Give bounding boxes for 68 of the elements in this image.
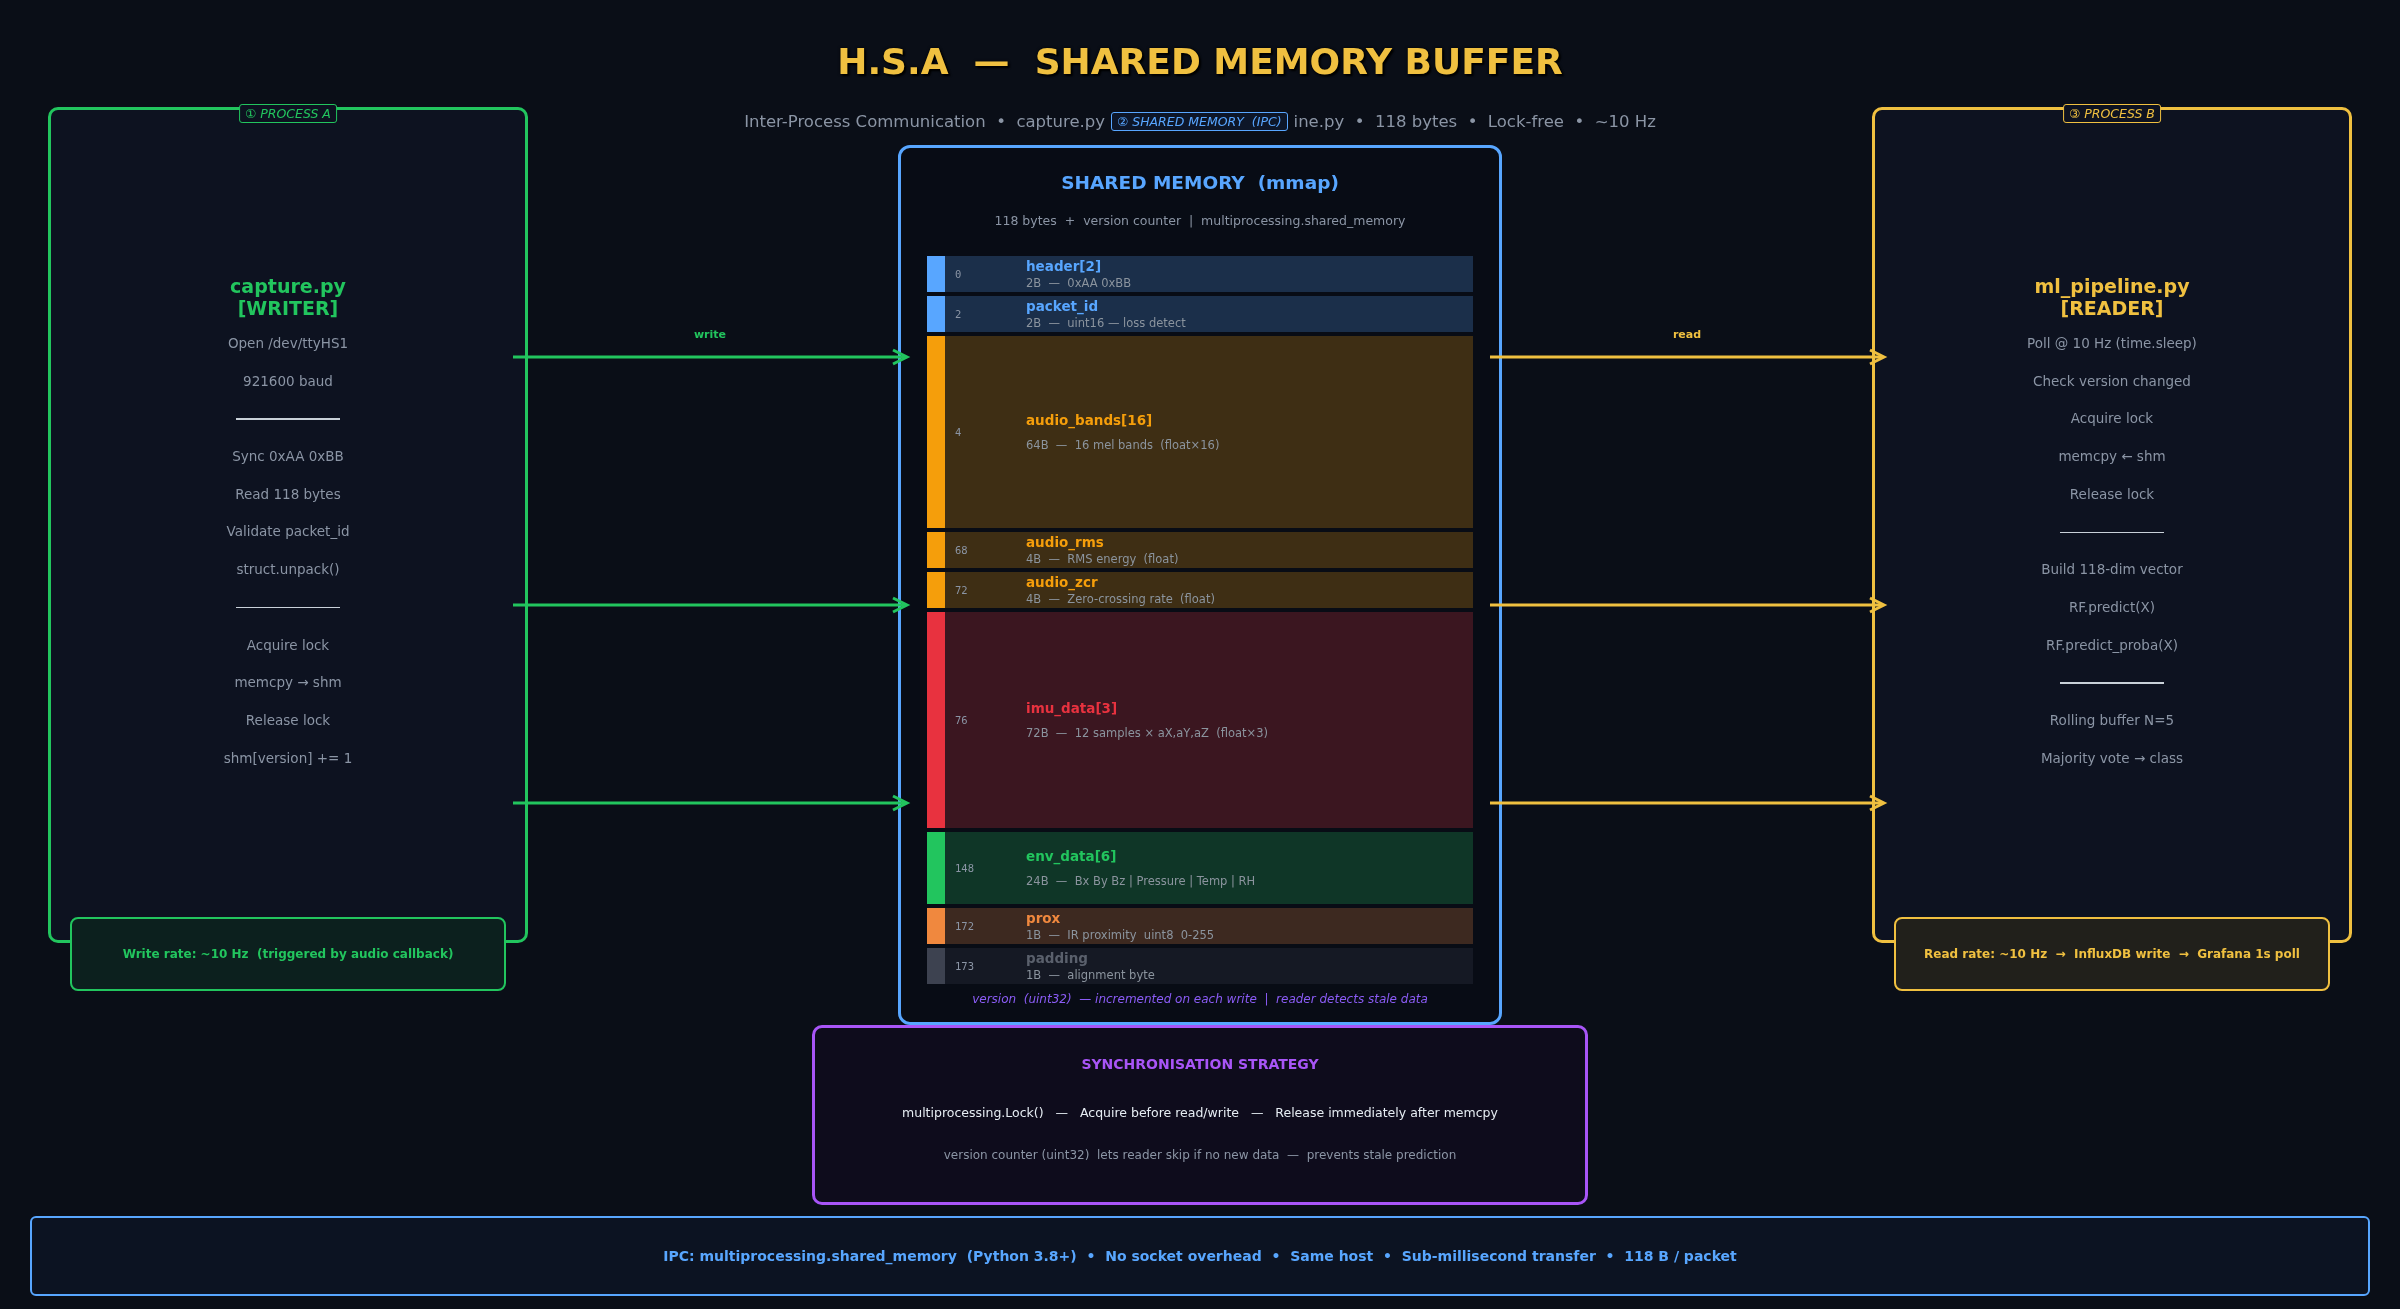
step-text: Open /dev/ttyHS1	[227, 334, 349, 353]
offset-label: 4	[954, 426, 963, 438]
offset-label: 68	[954, 544, 969, 556]
strategy-text: version counter (uint32) lets reader skip if no new data — prevents stale prediction	[943, 1147, 1457, 1164]
field-description: 1B — IR proximity uint8 0-255	[1026, 928, 1215, 942]
step-text: 921600 baud	[243, 371, 333, 391]
step-text: Acquire lock	[246, 635, 330, 655]
offset-label: 76	[954, 714, 969, 726]
offset-label: 72	[954, 584, 969, 596]
field-name: env_data[6]	[1026, 848, 1118, 864]
step-text: struct.unpack()	[236, 560, 340, 580]
process-name: capture.py	[230, 275, 346, 297]
offset-label: 2	[954, 308, 963, 320]
panel-title: SYNCHRONISATION STRATEGY	[1081, 1056, 1319, 1072]
offset-label: 0	[954, 268, 963, 280]
flow-label: write	[693, 328, 727, 341]
step-text: Build 118-dim vector	[2041, 560, 2183, 580]
strategy-text: multiprocessing.Lock() — Acquire before read/write — Release immediately after memcpy	[902, 1104, 1498, 1122]
offset-label: 172	[954, 920, 975, 932]
field-name: prox	[1026, 910, 1062, 926]
field-description: 64B — 16 mel bands (float×16)	[1026, 438, 1220, 452]
field-name: audio_bands[16]	[1026, 412, 1154, 428]
section-badge: ② SHARED MEMORY (IPC)	[1111, 112, 1288, 131]
panel-subtitle: 118 bytes + version counter | multiprocessing.shared_memory	[994, 213, 1406, 228]
step-text: Release lock	[2069, 484, 2155, 504]
field-name: packet_id	[1026, 298, 1100, 314]
step-text: Poll @ 10 Hz (time.sleep)	[2027, 334, 2197, 353]
step-text: Validate packet_id	[226, 522, 350, 542]
step-text: Majority vote → class	[2040, 748, 2183, 768]
subtitle-text: Inter-Process Communication • capture.py	[744, 112, 1106, 131]
field-description: 4B — RMS energy (float)	[1026, 552, 1179, 566]
step-text: RF.predict_proba(X)	[2046, 635, 2178, 655]
field-description: 4B — Zero-crossing rate (float)	[1026, 592, 1215, 606]
rate-note: Write rate: ~10 Hz (triggered by audio callback)	[70, 917, 506, 991]
step-text: Acquire lock	[2070, 409, 2154, 429]
field-name: imu_data[3]	[1026, 700, 1119, 716]
version-note: version (uint32) — incremented on each write | reader detects stale data	[972, 992, 1428, 1006]
panel-title: SHARED MEMORY (mmap)	[1061, 172, 1339, 193]
section-badge: ③ PROCESS B	[2063, 104, 2161, 123]
field-name: audio_zcr	[1026, 574, 1099, 590]
field-description: 2B — 0xAA 0xBB	[1026, 276, 1132, 290]
field-description: 24B — Bx By Bz | Pressure | Temp | RH	[1026, 874, 1256, 888]
step-text: RF.predict(X)	[2068, 597, 2156, 617]
step-text: memcpy ← shm	[2058, 447, 2166, 467]
offset-label: 173	[954, 960, 975, 972]
field-name: padding	[1026, 950, 1089, 966]
step-text: memcpy → shm	[234, 673, 342, 693]
field-description: 1B — alignment byte	[1026, 968, 1155, 982]
process-name: ml_pipeline.py	[2034, 275, 2190, 297]
rate-note: Read rate: ~10 Hz → InfluxDB write → Grafana 1s poll	[1894, 917, 2330, 991]
step-text: Read 118 bytes	[235, 484, 341, 504]
flow-label: read	[1672, 328, 1702, 341]
step-text: Sync 0xAA 0xBB	[232, 447, 344, 467]
info-bar: IPC: multiprocessing.shared_memory (Python 3.8+) • No socket overhead • Same host • Sub-millisecond transfer • 118 B / packet	[30, 1216, 2370, 1296]
process-role: [READER]	[2060, 297, 2164, 319]
step-text: shm[version] += 1	[223, 748, 353, 768]
subtitle-text: ine.py • 118 bytes • Lock-free • ~10 Hz	[1293, 112, 1656, 131]
offset-label: 148	[954, 862, 975, 874]
field-name: audio_rms	[1026, 534, 1105, 550]
step-text: Rolling buffer N=5	[2049, 710, 2175, 730]
section-badge: ① PROCESS A	[239, 104, 337, 123]
field-description: 72B — 12 samples × aX,aY,aZ (float×3)	[1026, 726, 1268, 740]
step-text: Release lock	[245, 710, 331, 730]
field-description: 2B — uint16 — loss detect	[1026, 316, 1186, 330]
step-text: Check version changed	[2033, 371, 2191, 391]
field-name: header[2]	[1026, 258, 1103, 274]
diagram-title: H.S.A — SHARED MEMORY BUFFER	[837, 40, 1563, 84]
process-role: [WRITER]	[237, 297, 339, 319]
